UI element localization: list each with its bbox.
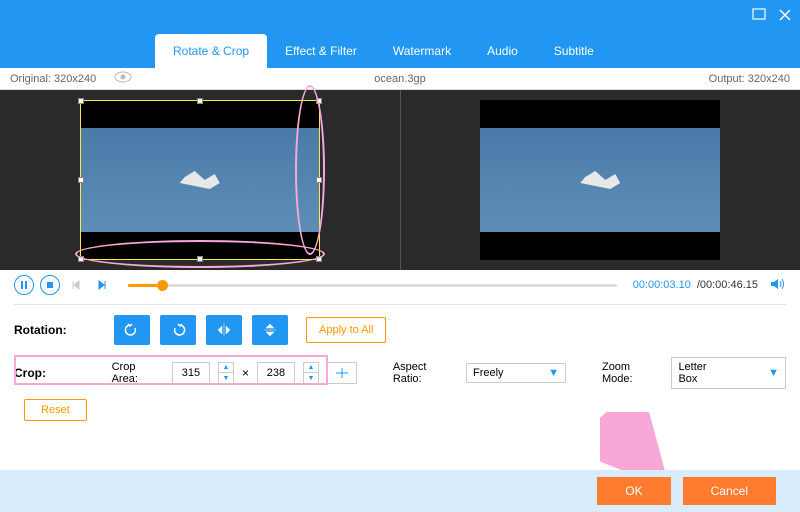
flip-horizontal-button[interactable] bbox=[206, 315, 242, 345]
cancel-button[interactable]: Cancel bbox=[683, 477, 776, 505]
eye-icon[interactable] bbox=[114, 71, 132, 86]
crop-height-input[interactable] bbox=[257, 362, 295, 384]
playback-controls: 00:00:03.10/00:00:46.15 bbox=[0, 270, 800, 300]
bottom-bar: OK Cancel bbox=[0, 470, 800, 512]
output-size-label: Output: 320x240 bbox=[709, 73, 790, 85]
crop-area-label: Crop Area: bbox=[112, 361, 164, 385]
multiply-symbol: × bbox=[242, 366, 249, 380]
original-size-label: Original: 320x240 bbox=[10, 73, 96, 85]
preview-output bbox=[401, 90, 800, 270]
rotation-label: Rotation: bbox=[14, 323, 104, 337]
rotate-right-button[interactable] bbox=[160, 315, 196, 345]
crop-center-button[interactable] bbox=[327, 362, 357, 384]
titlebar bbox=[0, 0, 800, 30]
aspect-ratio-label: Aspect Ratio: bbox=[393, 361, 458, 385]
filename-label: ocean.3gp bbox=[374, 73, 425, 85]
crop-height-spinner[interactable]: ▲▼ bbox=[303, 362, 319, 384]
tab-audio[interactable]: Audio bbox=[469, 34, 536, 68]
minimize-icon[interactable] bbox=[752, 8, 766, 22]
zoom-mode-select[interactable]: Letter Box▼ bbox=[671, 357, 786, 389]
crop-width-input[interactable] bbox=[172, 362, 210, 384]
preview-original[interactable] bbox=[0, 90, 401, 270]
reset-button[interactable]: Reset bbox=[24, 399, 87, 421]
apply-to-all-button[interactable]: Apply to All bbox=[306, 317, 386, 343]
stop-button[interactable] bbox=[40, 275, 60, 295]
pause-button[interactable] bbox=[14, 275, 34, 295]
tab-effect-filter[interactable]: Effect & Filter bbox=[267, 34, 375, 68]
tab-rotate-crop[interactable]: Rotate & Crop bbox=[155, 34, 267, 68]
tab-watermark[interactable]: Watermark bbox=[375, 34, 469, 68]
preview-area bbox=[0, 90, 800, 270]
crop-selection-box[interactable] bbox=[80, 100, 320, 260]
next-frame-button[interactable] bbox=[92, 275, 112, 295]
timeline-slider[interactable] bbox=[128, 284, 617, 287]
total-time-label: /00:00:46.15 bbox=[697, 279, 758, 291]
tabs-bar: Rotate & Crop Effect & Filter Watermark … bbox=[0, 30, 800, 68]
info-bar: Original: 320x240 ocean.3gp Output: 320x… bbox=[0, 68, 800, 90]
current-time-label: 00:00:03.10 bbox=[633, 279, 691, 291]
rotation-row: Rotation: Apply to All bbox=[0, 305, 800, 353]
crop-label: Crop: bbox=[14, 366, 104, 380]
crop-row: Crop: Crop Area: ▲▼ × ▲▼ Aspect Ratio: F… bbox=[0, 353, 800, 393]
tab-subtitle[interactable]: Subtitle bbox=[536, 34, 612, 68]
flip-vertical-button[interactable] bbox=[252, 315, 288, 345]
rotate-left-button[interactable] bbox=[114, 315, 150, 345]
crop-width-spinner[interactable]: ▲▼ bbox=[218, 362, 234, 384]
close-icon[interactable] bbox=[778, 8, 792, 22]
zoom-mode-label: Zoom Mode: bbox=[602, 361, 663, 385]
prev-frame-button[interactable] bbox=[66, 275, 86, 295]
aspect-ratio-select[interactable]: Freely▼ bbox=[466, 363, 566, 383]
ok-button[interactable]: OK bbox=[597, 477, 670, 505]
volume-icon[interactable] bbox=[770, 277, 786, 294]
